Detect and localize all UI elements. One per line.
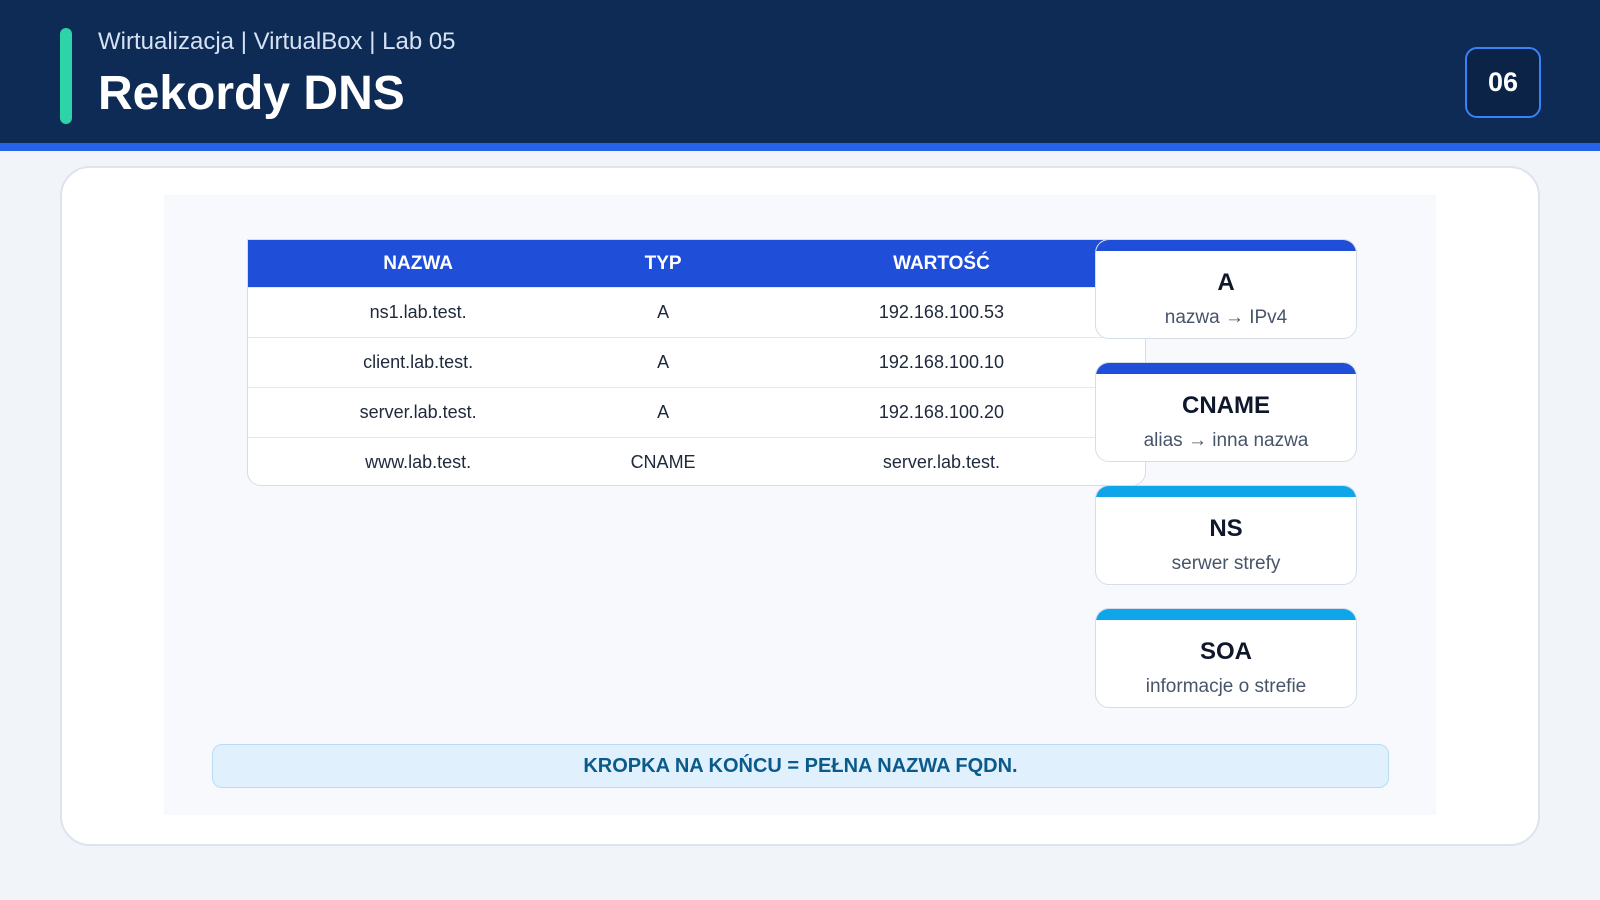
cell-value: 192.168.100.53: [878, 302, 1005, 322]
record-card-desc: alias → inna nazwa: [1143, 430, 1309, 451]
header-stripe: [0, 143, 1600, 151]
cell-type: A: [657, 302, 670, 322]
table-row: server.lab.test. A 192.168.100.20: [248, 387, 1145, 437]
accent-bar: [60, 28, 72, 124]
cell-value: 192.168.100.20: [878, 402, 1005, 422]
slide-title: Rekordy DNS: [98, 67, 405, 120]
table-row: client.lab.test. A 192.168.100.10: [248, 337, 1145, 387]
table-row: ns1.lab.test. A 192.168.100.53: [248, 287, 1145, 337]
record-card-bar: [1096, 609, 1356, 620]
table-header: NAZWA TYP WARTOŚĆ: [248, 240, 1145, 287]
page-number-badge: 06: [1465, 47, 1541, 118]
cell-type: A: [657, 352, 670, 372]
record-card-title: A: [1217, 269, 1235, 296]
record-card-desc: serwer strefy: [1171, 553, 1281, 574]
fqdn-note: KROPKA NA KOŃCU = PEŁNA NAZWA FQDN.: [212, 744, 1389, 788]
cell-type: CNAME: [630, 452, 696, 472]
column-header-type: TYP: [644, 252, 682, 274]
record-card-bar: [1096, 486, 1356, 497]
cell-name: client.lab.test.: [363, 352, 474, 372]
record-card-desc: informacje o strefie: [1145, 676, 1307, 697]
record-card-bar: [1096, 240, 1356, 251]
record-card-a: A nazwa → IPv4: [1095, 239, 1357, 339]
record-card-cname: CNAME alias → inna nazwa: [1095, 362, 1357, 462]
cell-value: server.lab.test.: [882, 452, 1000, 472]
record-card-title: SOA: [1199, 638, 1252, 665]
table-row: www.lab.test. CNAME server.lab.test.: [248, 437, 1145, 485]
record-card-bar: [1096, 363, 1356, 374]
record-card-title: NS: [1209, 515, 1243, 542]
cell-name: ns1.lab.test.: [369, 302, 467, 322]
dns-records-table: NAZWA TYP WARTOŚĆ ns1.lab.test. A 192.16…: [247, 239, 1146, 486]
slide-subtitle: Wirtualizacja | VirtualBox | Lab 05: [98, 28, 456, 55]
record-card-title: CNAME: [1182, 392, 1270, 419]
cell-value: 192.168.100.10: [878, 352, 1005, 372]
record-card-soa: SOA informacje o strefie: [1095, 608, 1357, 708]
cell-name: server.lab.test.: [359, 402, 477, 422]
cell-type: A: [657, 402, 670, 422]
column-header-name: NAZWA: [383, 252, 453, 274]
column-header-value: WARTOŚĆ: [893, 252, 990, 274]
cell-name: www.lab.test.: [365, 452, 472, 472]
record-card-ns: NS serwer strefy: [1095, 485, 1357, 585]
record-card-desc: nazwa → IPv4: [1164, 307, 1288, 328]
